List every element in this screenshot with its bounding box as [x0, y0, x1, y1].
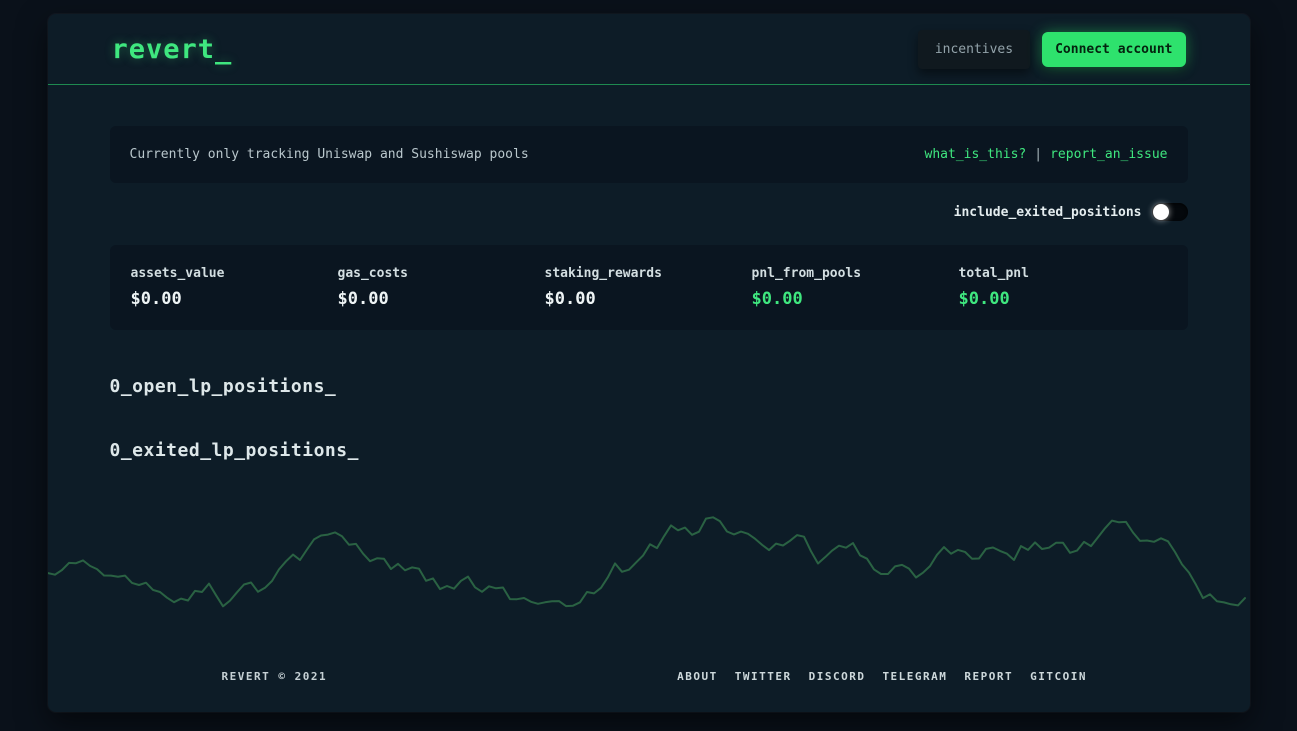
stat-label: pnl_from_pools — [752, 266, 959, 281]
logo: revert_ — [112, 34, 233, 65]
open-lp-positions-heading: 0_open_lp_positions_ — [110, 376, 1188, 397]
include-exited-positions-toggle[interactable] — [1152, 203, 1188, 221]
incentives-button[interactable]: incentives — [918, 30, 1030, 69]
footer-link-telegram[interactable]: TELEGRAM — [882, 670, 947, 683]
footer-links: ABOUT TWITTER DISCORD TELEGRAM REPORT GI… — [677, 670, 1087, 683]
footer-link-discord[interactable]: DISCORD — [809, 670, 866, 683]
stat-pnl-from-pools: pnl_from_pools $0.00 — [752, 266, 959, 309]
main-content: Currently only tracking Uniswap and Sush… — [48, 126, 1250, 461]
info-banner: Currently only tracking Uniswap and Sush… — [110, 126, 1188, 183]
link-separator: | — [1034, 147, 1042, 162]
stat-label: staking_rewards — [545, 266, 752, 281]
main-container: revert_ incentives Connect account Curre… — [48, 14, 1250, 712]
stat-value: $0.00 — [959, 289, 1166, 309]
stats-card: assets_value $0.00 gas_costs $0.00 staki… — [110, 245, 1188, 330]
banner-message: Currently only tracking Uniswap and Sush… — [130, 147, 529, 162]
stat-value: $0.00 — [752, 289, 959, 309]
footer-link-twitter[interactable]: TWITTER — [735, 670, 792, 683]
stat-value: $0.00 — [545, 289, 752, 309]
footer: REVERT © 2021 ABOUT TWITTER DISCORD TELE… — [48, 670, 1250, 683]
include-exited-positions-label: include_exited_positions — [954, 205, 1142, 220]
exited-lp-positions-heading: 0_exited_lp_positions_ — [110, 440, 1188, 461]
toggle-row: include_exited_positions — [110, 201, 1188, 223]
stat-staking-rewards: staking_rewards $0.00 — [545, 266, 752, 309]
stat-value: $0.00 — [131, 289, 338, 309]
connect-account-button[interactable]: Connect account — [1042, 32, 1185, 67]
banner-links: what_is_this? | report_an_issue — [925, 147, 1168, 162]
chart-line-svg — [48, 505, 1250, 620]
footer-link-about[interactable]: ABOUT — [677, 670, 718, 683]
stat-gas-costs: gas_costs $0.00 — [338, 266, 545, 309]
what-is-this-link[interactable]: what_is_this? — [925, 147, 1027, 162]
stat-label: total_pnl — [959, 266, 1166, 281]
stat-label: assets_value — [131, 266, 338, 281]
toggle-knob — [1153, 204, 1169, 220]
footer-link-report[interactable]: REPORT — [964, 670, 1013, 683]
header-divider — [48, 84, 1250, 85]
decorative-chart — [48, 505, 1250, 620]
stat-value: $0.00 — [338, 289, 545, 309]
header-actions: incentives Connect account — [918, 30, 1186, 69]
header: revert_ incentives Connect account — [48, 14, 1250, 84]
copyright: REVERT © 2021 — [222, 670, 328, 683]
stat-label: gas_costs — [338, 266, 545, 281]
stat-total-pnl: total_pnl $0.00 — [959, 266, 1166, 309]
stat-assets-value: assets_value $0.00 — [131, 266, 338, 309]
footer-link-gitcoin[interactable]: GITCOIN — [1030, 670, 1087, 683]
report-an-issue-link[interactable]: report_an_issue — [1050, 147, 1167, 162]
